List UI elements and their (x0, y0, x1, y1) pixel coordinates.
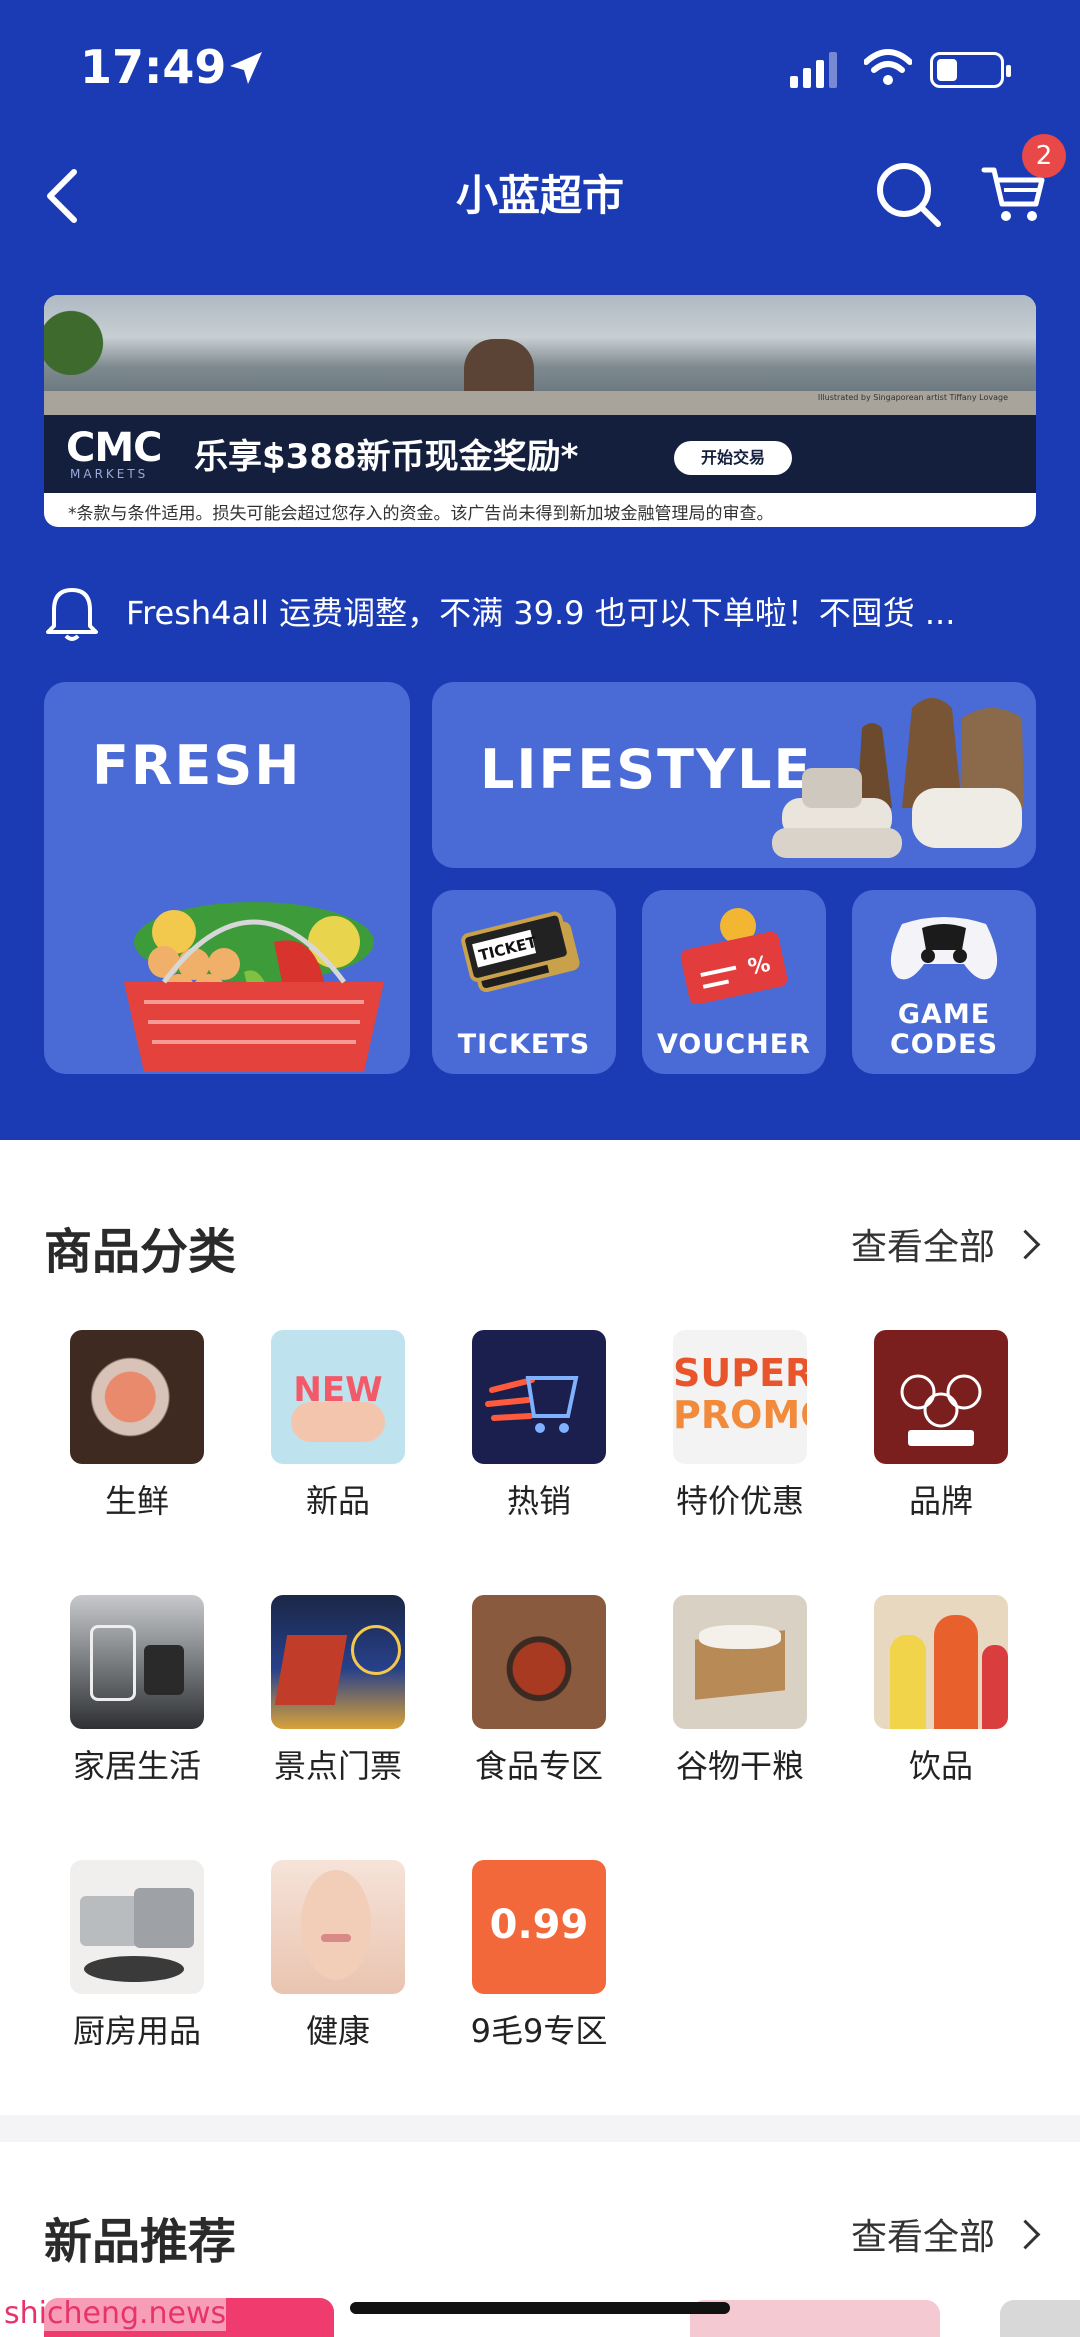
category-grains[interactable]: 谷物干粮 (640, 1595, 840, 1787)
location-arrow-icon (230, 52, 262, 84)
category-home[interactable]: 家居生活 (37, 1595, 237, 1787)
cookware-icon (70, 1860, 204, 1994)
category-label: 9毛9专区 (470, 2012, 608, 2050)
category-drinks[interactable]: 饮品 (841, 1595, 1041, 1787)
tickets-tile[interactable]: TICKET TICKETS (432, 890, 616, 1074)
home-living-icon (70, 1595, 204, 1729)
palm-tree-graphic (44, 295, 134, 375)
category-label: 新品 (305, 1482, 370, 1520)
status-time: 17:49 (80, 40, 227, 94)
home-indicator[interactable] (350, 2302, 730, 2314)
lifestyle-tile[interactable]: LIFESTYLE (432, 682, 1036, 868)
voucher-tile[interactable]: % VOUCHER (642, 890, 826, 1074)
voucher-tile-label: VOUCHER (657, 1029, 811, 1060)
category-kitchen[interactable]: 厨房用品 (37, 1860, 237, 2052)
new-products-title: 新品推荐 (44, 2214, 237, 2270)
battery-icon (930, 52, 1011, 88)
game-codes-tile[interactable]: GAME CODES (852, 890, 1036, 1074)
categories-see-all-label: 查看全部 (850, 1227, 995, 1268)
notice-bar[interactable]: Fresh4all 运费调整，不满 39.9 也可以下单啦！不囤货 ... (0, 578, 1080, 648)
signal-icon (790, 52, 837, 88)
categories-title: 商品分类 (44, 1224, 237, 1280)
cart-count-badge: 2 (1022, 134, 1066, 178)
product-card-peek[interactable] (1000, 2300, 1080, 2337)
new-products-see-all-link[interactable]: 查看全部 (850, 2208, 1041, 2260)
notice-text: Fresh4all 运费调整，不满 39.9 也可以下单啦！不囤货 ... (126, 594, 956, 632)
bell-icon (46, 588, 98, 641)
ad-disclaimer: *条款与条件适用。损失可能会超过您存入的资金。该广告尚未得到新加坡金融管理局的审… (68, 504, 774, 524)
new-products-see-all-label: 查看全部 (850, 2217, 995, 2258)
search-icon[interactable] (874, 160, 944, 230)
fresh-meat-icon (70, 1330, 204, 1464)
category-label: 食品专区 (474, 1747, 603, 1785)
category-new[interactable]: NEW 新品 (238, 1330, 438, 1522)
new-badge-icon: NEW (271, 1330, 405, 1464)
categories-section: 商品分类 查看全部 生鲜 NEW 新品 热销 SUPERPROMO 特价优惠 (0, 1140, 1080, 2115)
category-food[interactable]: 食品专区 (439, 1595, 639, 1787)
voucher-icon: % (680, 908, 788, 1004)
status-bar: 17:49 (0, 0, 1080, 140)
category-label: 厨房用品 (72, 2012, 201, 2050)
category-health[interactable]: 健康 (238, 1860, 438, 2052)
ad-cta-button[interactable]: 开始交易 (674, 441, 792, 475)
category-099[interactable]: 0.99 9毛9专区 (439, 1860, 639, 2052)
ad-banner[interactable]: Illustrated by Singaporean artist Tiffan… (44, 295, 1036, 527)
category-label: 健康 (305, 2012, 370, 2050)
category-label: 饮品 (908, 1747, 973, 1785)
food-hotpot-icon (472, 1595, 606, 1729)
game-controller-icon (890, 917, 998, 980)
tableware-icon (772, 698, 1024, 858)
category-label: 谷物干粮 (675, 1747, 804, 1785)
watermark: shicheng.news (4, 2296, 227, 2331)
category-fresh[interactable]: 生鲜 (37, 1330, 237, 1522)
three-squirrels-icon (874, 1330, 1008, 1464)
fresh-tile-label: FRESH (92, 734, 302, 797)
ad-credit: Illustrated by Singaporean artist Tiffan… (817, 393, 1008, 402)
ad-strip: CMC MARKETS 乐享$388新币现金奖励* 开始交易 (44, 415, 1036, 493)
super-promo-icon: SUPERPROMO (673, 1330, 807, 1464)
category-label: 生鲜 (104, 1482, 169, 1520)
health-face-icon (271, 1860, 405, 1994)
wifi-icon (864, 49, 912, 85)
category-hot[interactable]: 热销 (439, 1330, 639, 1522)
category-label: 品牌 (908, 1482, 973, 1520)
ad-photo: Illustrated by Singaporean artist Tiffan… (44, 295, 1036, 415)
ad-headline: 乐享$388新币现金奖励* (194, 437, 579, 477)
chevron-right-icon (1010, 2219, 1041, 2249)
cmc-logo-sub: MARKETS (70, 467, 149, 481)
category-label: 景点门票 (273, 1747, 402, 1785)
category-attractions[interactable]: 景点门票 (238, 1595, 438, 1787)
price-099-badge: 0.99 (489, 1902, 589, 1948)
category-label: 特价优惠 (675, 1482, 804, 1520)
ticket-icon: TICKET (461, 911, 580, 993)
cmc-logo: CMC (66, 425, 163, 471)
game-codes-tile-label: GAME CODES (889, 999, 999, 1060)
category-promo[interactable]: SUPERPROMO 特价优惠 (640, 1330, 840, 1522)
hot-cart-icon (472, 1330, 606, 1464)
fresh-tile[interactable]: FRESH (44, 682, 410, 1074)
drinks-icon (874, 1595, 1008, 1729)
attraction-icon (271, 1595, 405, 1729)
category-brand[interactable]: 品牌 (841, 1330, 1041, 1522)
grain-rice-icon (673, 1595, 807, 1729)
category-label: 热销 (506, 1482, 571, 1520)
price-099-icon: 0.99 (472, 1860, 606, 1994)
chevron-right-icon (1010, 1229, 1041, 1259)
tickets-tile-label: TICKETS (457, 1029, 591, 1060)
top-nav: 小蓝超市 (0, 140, 1080, 240)
categories-see-all-link[interactable]: 查看全部 (850, 1218, 1041, 1270)
category-label: 家居生活 (72, 1747, 201, 1785)
grocery-basket-icon (124, 902, 384, 1072)
